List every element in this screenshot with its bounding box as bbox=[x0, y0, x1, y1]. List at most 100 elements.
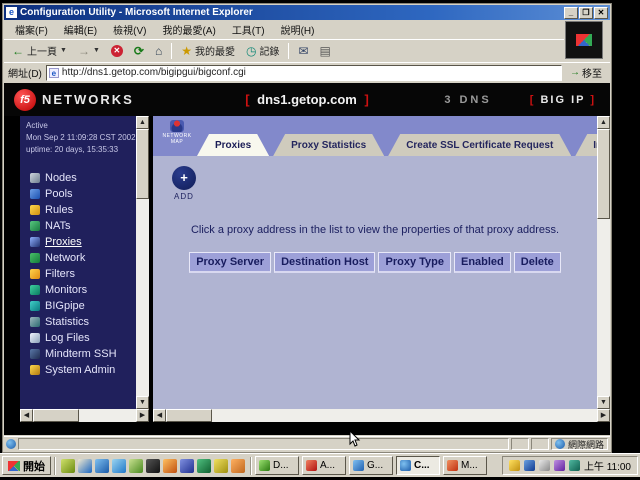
forward-button[interactable]: → ▼ bbox=[74, 44, 104, 58]
tray-icon[interactable] bbox=[554, 460, 565, 471]
close-button[interactable]: ✕ bbox=[594, 7, 608, 19]
sidebar-item-system-admin[interactable]: System Admin bbox=[20, 362, 136, 378]
main-vscrollbar[interactable]: ▲ ▼ bbox=[597, 116, 610, 409]
sidebar-item-proxies[interactable]: Proxies bbox=[20, 234, 136, 250]
menu-edit[interactable]: 編輯(E) bbox=[57, 21, 104, 38]
quick-launch-icon[interactable] bbox=[129, 459, 143, 473]
sidebar-item-bigpipe[interactable]: BIGpipe bbox=[20, 298, 136, 314]
task-window-button[interactable]: G... bbox=[349, 456, 393, 475]
quick-launch-icon[interactable] bbox=[112, 459, 126, 473]
print-icon: ▤ bbox=[320, 45, 331, 57]
scroll-up-icon[interactable]: ▲ bbox=[136, 116, 149, 129]
scrollbar-thumb[interactable] bbox=[136, 129, 149, 199]
nodes-icon bbox=[30, 173, 40, 183]
system-admin-icon bbox=[30, 365, 40, 375]
sidebar-item-monitors[interactable]: Monitors bbox=[20, 282, 136, 298]
status-datetime: Mon Sep 2 11:09:28 CST 2002 bbox=[26, 132, 136, 144]
column-header-destination-host[interactable]: Destination Host bbox=[274, 252, 375, 273]
tray-icon[interactable] bbox=[524, 460, 535, 471]
scroll-up-icon[interactable]: ▲ bbox=[597, 116, 610, 129]
sidebar-hscrollbar[interactable]: ◀ ▶ bbox=[20, 409, 149, 422]
sidebar-vscrollbar[interactable]: ▲ ▼ bbox=[136, 116, 149, 409]
sidebar-item-nodes[interactable]: Nodes bbox=[20, 170, 136, 186]
print-button[interactable]: ▤ bbox=[316, 44, 335, 58]
quick-launch-icon[interactable] bbox=[146, 459, 160, 473]
column-header-proxy-type[interactable]: Proxy Type bbox=[378, 252, 451, 273]
sidebar-item-statistics[interactable]: Statistics bbox=[20, 314, 136, 330]
task-window-button[interactable]: D... bbox=[255, 456, 299, 475]
quick-launch-icon[interactable] bbox=[61, 459, 75, 473]
quick-launch-icon[interactable] bbox=[180, 459, 194, 473]
sidebar-item-log-files[interactable]: Log Files bbox=[20, 330, 136, 346]
scroll-down-icon[interactable]: ▼ bbox=[597, 396, 610, 409]
scroll-left-icon[interactable]: ◀ bbox=[153, 409, 166, 422]
mail-button[interactable]: ✉ bbox=[294, 44, 312, 58]
bracket-right: ] bbox=[364, 92, 368, 107]
tab-install-ssl-certificate[interactable]: Install SSL Certifi bbox=[575, 134, 597, 156]
address-input[interactable] bbox=[62, 67, 559, 78]
scrollbar-thumb[interactable] bbox=[597, 129, 610, 219]
refresh-button[interactable]: ⟳ bbox=[130, 44, 148, 58]
go-button[interactable]: → 移至 bbox=[566, 64, 606, 81]
task-window-button[interactable]: A... bbox=[302, 456, 346, 475]
link-3dns[interactable]: 3 DNS bbox=[444, 94, 491, 106]
tab-create-ssl-certificate-request[interactable]: Create SSL Certificate Request bbox=[388, 134, 571, 156]
add-button[interactable]: + ADD bbox=[169, 166, 199, 201]
tray-icon[interactable] bbox=[569, 460, 580, 471]
task-window-button-active[interactable]: C... bbox=[396, 456, 440, 475]
forward-dropdown-icon[interactable]: ▼ bbox=[93, 47, 100, 54]
scroll-left-icon[interactable]: ◀ bbox=[20, 409, 33, 422]
column-header-proxy-server[interactable]: Proxy Server bbox=[189, 252, 271, 273]
column-header-delete[interactable]: Delete bbox=[514, 252, 561, 273]
tray-icon[interactable] bbox=[509, 460, 520, 471]
tab-proxy-statistics[interactable]: Proxy Statistics bbox=[273, 134, 384, 156]
sidebar-item-nats[interactable]: NATs bbox=[20, 218, 136, 234]
column-header-enabled[interactable]: Enabled bbox=[454, 252, 511, 273]
quick-launch-icon[interactable] bbox=[78, 459, 92, 473]
history-button[interactable]: ◷ 記錄 bbox=[242, 42, 283, 59]
ie-app-icon: e bbox=[6, 7, 17, 18]
menu-tools[interactable]: 工具(T) bbox=[225, 21, 272, 38]
scroll-right-icon[interactable]: ▶ bbox=[136, 409, 149, 422]
quick-launch-icon[interactable] bbox=[163, 459, 177, 473]
tab-proxies[interactable]: Proxies bbox=[197, 134, 269, 156]
scroll-right-icon[interactable]: ▶ bbox=[597, 409, 610, 422]
menu-favorites[interactable]: 我的最愛(A) bbox=[155, 21, 222, 38]
sidebar-item-network[interactable]: Network bbox=[20, 250, 136, 266]
sidebar-item-rules[interactable]: Rules bbox=[20, 202, 136, 218]
sidebar-item-mindterm-ssh[interactable]: Mindterm SSH bbox=[20, 346, 136, 362]
nats-icon bbox=[30, 221, 40, 231]
menu-file[interactable]: 檔案(F) bbox=[8, 21, 55, 38]
home-button[interactable]: ⌂ bbox=[151, 44, 166, 58]
stop-button[interactable]: ✕ bbox=[107, 44, 127, 58]
favorites-icon: ★ bbox=[181, 45, 192, 57]
quick-launch-icon[interactable] bbox=[214, 459, 228, 473]
quick-launch-icon[interactable] bbox=[231, 459, 245, 473]
tray-icon[interactable] bbox=[539, 460, 550, 471]
menu-view[interactable]: 檢視(V) bbox=[106, 21, 153, 38]
sidebar-item-pools[interactable]: Pools bbox=[20, 186, 136, 202]
network-map-button[interactable]: NETWORK MAP bbox=[157, 120, 197, 145]
bracket-left: [ bbox=[530, 94, 536, 106]
quick-launch-icon[interactable] bbox=[197, 459, 211, 473]
back-dropdown-icon[interactable]: ▼ bbox=[60, 47, 67, 54]
task-buttons: D... A... G... C... M... bbox=[255, 456, 487, 475]
maximize-button[interactable]: ❐ bbox=[579, 7, 593, 19]
back-button[interactable]: ← 上一頁 ▼ bbox=[8, 42, 71, 59]
add-plus-icon[interactable]: + bbox=[172, 166, 196, 190]
sidebar-item-filters[interactable]: Filters bbox=[20, 266, 136, 282]
minimize-button[interactable]: _ bbox=[564, 7, 578, 19]
scroll-down-icon[interactable]: ▼ bbox=[136, 396, 149, 409]
main-hscrollbar[interactable]: ◀ ▶ bbox=[153, 409, 610, 422]
link-bigip[interactable]: [ BIG IP ] bbox=[530, 94, 596, 106]
status-active: Active bbox=[26, 120, 136, 132]
scrollbar-thumb[interactable] bbox=[166, 409, 212, 422]
menu-help[interactable]: 說明(H) bbox=[274, 21, 322, 38]
app-icon bbox=[353, 460, 364, 471]
task-window-button[interactable]: M... bbox=[443, 456, 487, 475]
start-button[interactable]: 開始 bbox=[2, 456, 51, 475]
toolbar-separator bbox=[171, 43, 172, 59]
quick-launch-icon[interactable] bbox=[95, 459, 109, 473]
favorites-button[interactable]: ★ 我的最愛 bbox=[177, 42, 239, 59]
scrollbar-thumb[interactable] bbox=[33, 409, 79, 422]
